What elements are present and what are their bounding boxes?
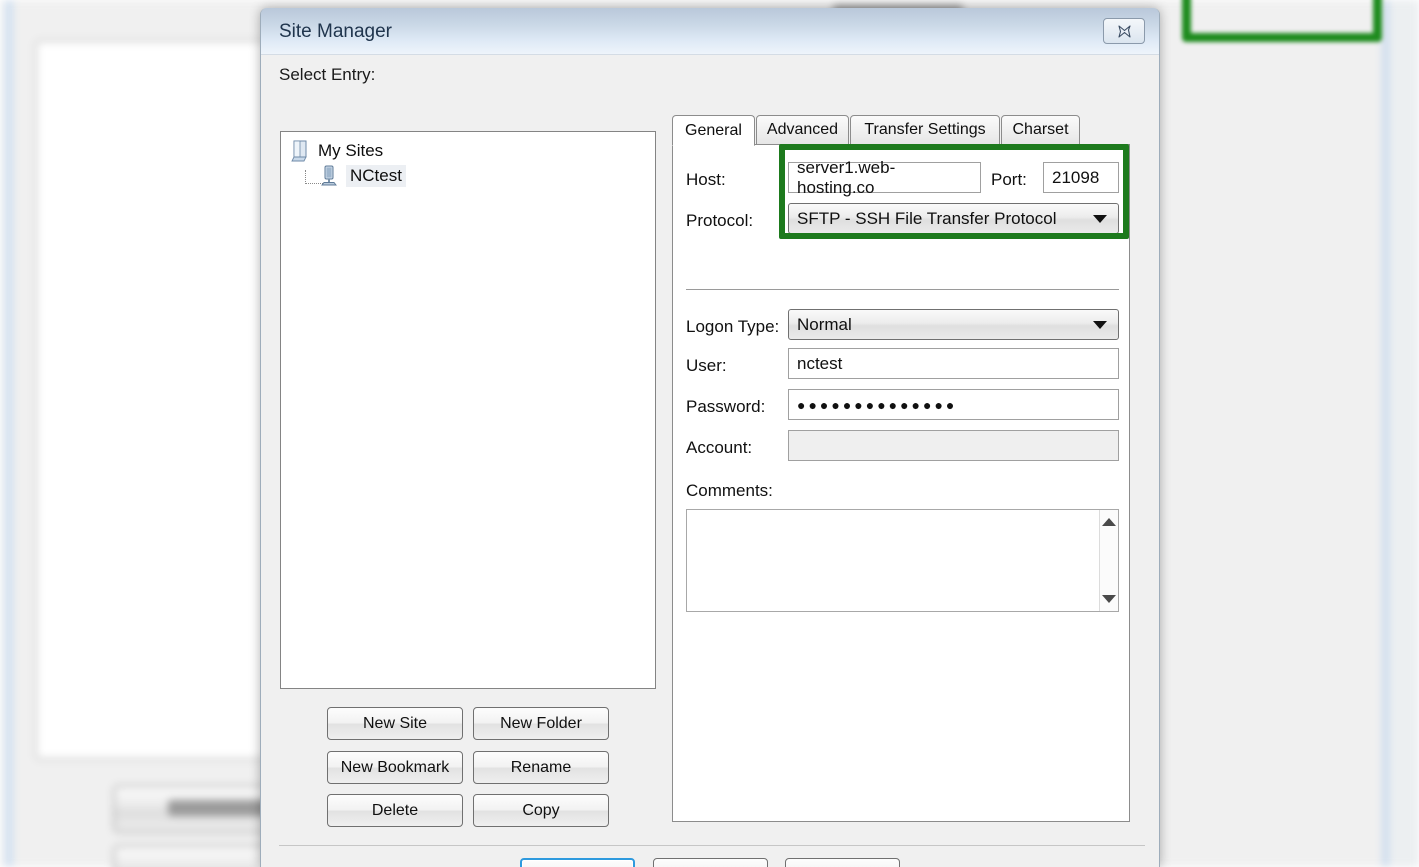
dialog-title: Site Manager bbox=[279, 21, 393, 42]
copy-button[interactable]: Copy bbox=[473, 794, 609, 827]
protocol-selected-value: SFTP - SSH File Transfer Protocol bbox=[797, 208, 1057, 228]
cancel-button[interactable]: Cancel bbox=[785, 858, 900, 867]
protocol-select[interactable]: SFTP - SSH File Transfer Protocol bbox=[788, 203, 1119, 234]
delete-button[interactable]: Delete bbox=[327, 794, 463, 827]
folder-icon bbox=[291, 140, 307, 162]
footer-separator bbox=[279, 845, 1145, 846]
new-bookmark-button[interactable]: New Bookmark bbox=[327, 751, 463, 784]
scroll-down-arrow-icon[interactable] bbox=[1102, 595, 1116, 603]
host-label: Host: bbox=[686, 170, 726, 189]
tab-transfer-settings[interactable]: Transfer Settings bbox=[850, 115, 1000, 145]
tree-item-nctest[interactable]: NCtest bbox=[319, 165, 406, 187]
host-input[interactable]: server1.web-hosting.co bbox=[788, 158, 981, 197]
tab-charset[interactable]: Charset bbox=[1001, 115, 1080, 145]
password-input[interactable]: ●●●●●●●●●●●●●● bbox=[788, 389, 1119, 420]
ok-button[interactable]: OK bbox=[653, 858, 768, 867]
new-folder-button[interactable]: New Folder bbox=[473, 707, 609, 740]
comments-label: Comments: bbox=[686, 481, 773, 500]
password-label: Password: bbox=[686, 397, 766, 416]
connect-button[interactable]: Connect bbox=[520, 858, 635, 867]
port-input[interactable]: 21098 bbox=[1043, 162, 1119, 193]
comments-textarea[interactable] bbox=[686, 509, 1119, 612]
section-separator bbox=[686, 289, 1119, 290]
screenshot-root: PAK CHAMP S O F T P V T . L T D Site Man… bbox=[0, 0, 1419, 867]
chevron-down-icon bbox=[1093, 214, 1107, 223]
select-entry-label: Select Entry: bbox=[279, 65, 376, 84]
protocol-label: Protocol: bbox=[686, 211, 754, 230]
dialog-titlebar: Site Manager bbox=[261, 8, 1159, 55]
user-input[interactable]: nctest bbox=[788, 348, 1119, 379]
tree-item-label: My Sites bbox=[318, 141, 384, 160]
close-icon bbox=[1117, 24, 1131, 38]
chevron-down-icon bbox=[1093, 320, 1107, 329]
site-manager-dialog: Site Manager Select Entry: My Sites NCte… bbox=[260, 8, 1160, 867]
tree-item-my-sites[interactable]: My Sites bbox=[291, 140, 383, 162]
new-site-button[interactable]: New Site bbox=[327, 707, 463, 740]
background-right-rail bbox=[1383, 0, 1419, 867]
general-tab-panel: Host: server1.web-hosting.co Port: 21098… bbox=[672, 144, 1130, 822]
comments-scrollbar[interactable] bbox=[1099, 510, 1118, 611]
tab-advanced[interactable]: Advanced bbox=[756, 115, 849, 145]
logon-type-selected-value: Normal bbox=[797, 314, 852, 334]
server-icon bbox=[321, 165, 337, 186]
site-tree-panel[interactable]: My Sites NCtest bbox=[280, 131, 656, 689]
account-label: Account: bbox=[686, 438, 753, 457]
port-label: Port: bbox=[991, 170, 1027, 189]
close-button[interactable] bbox=[1103, 18, 1145, 44]
dialog-body: Select Entry: My Sites NCtest New Site N… bbox=[261, 55, 1159, 867]
tab-general[interactable]: General bbox=[672, 115, 755, 146]
tree-item-label: NCtest bbox=[346, 165, 406, 187]
logon-type-label: Logon Type: bbox=[686, 317, 780, 336]
logon-type-select[interactable]: Normal bbox=[788, 309, 1119, 340]
scroll-up-arrow-icon[interactable] bbox=[1102, 518, 1116, 526]
user-label: User: bbox=[686, 356, 727, 375]
settings-tabstrip: General Advanced Transfer Settings Chars… bbox=[672, 115, 1142, 146]
account-input[interactable] bbox=[788, 430, 1119, 461]
background-green-highlight bbox=[1182, 0, 1382, 42]
rename-button[interactable]: Rename bbox=[473, 751, 609, 784]
